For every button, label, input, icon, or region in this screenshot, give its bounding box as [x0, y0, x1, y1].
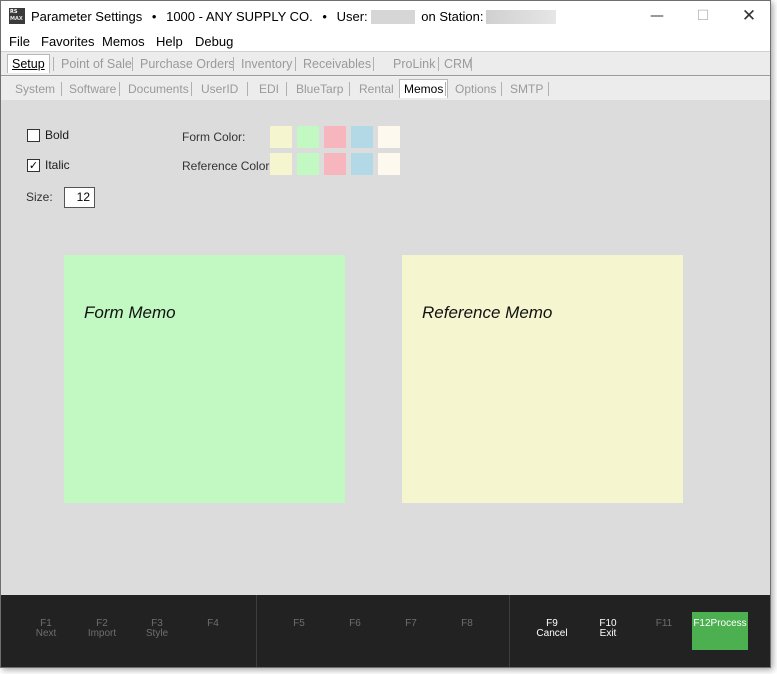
menu-favorites[interactable]: Favorites [41, 34, 94, 49]
italic-label: Italic [45, 158, 70, 172]
form-color-swatch-2[interactable] [297, 126, 319, 148]
tab-prolink[interactable]: ProLink [393, 57, 435, 71]
f11-button[interactable]: F11 [636, 619, 692, 629]
menu-bar: File Favorites Memos Help Debug [1, 31, 770, 52]
bold-label: Bold [45, 128, 70, 142]
f9-cancel-button[interactable]: F9 Cancel [524, 619, 580, 639]
f2-import-button[interactable]: F2 Import [74, 619, 130, 639]
menu-memos[interactable]: Memos [102, 34, 145, 49]
form-color-swatch-5[interactable] [378, 126, 400, 148]
menu-help[interactable]: Help [156, 34, 183, 49]
tab-separator [438, 57, 439, 71]
minimize-button[interactable]: — [634, 1, 680, 31]
tab-smtp[interactable]: SMTP [510, 82, 543, 96]
fkey-divider [256, 595, 257, 667]
size-label: Size: [26, 190, 53, 204]
tab-options[interactable]: Options [455, 82, 496, 96]
tab-purchase-orders[interactable]: Purchase Orders [140, 57, 234, 71]
reference-color-swatch-4[interactable] [351, 153, 373, 175]
reference-color-label: Reference Color: [182, 159, 273, 173]
tab-separator [119, 82, 120, 96]
f10-exit-button[interactable]: F10 Exit [580, 619, 636, 639]
app-logo-icon: RS MAX [9, 8, 25, 24]
window-name: Parameter Settings [31, 9, 143, 24]
tab-separator [349, 82, 350, 96]
tab-point-of-sale[interactable]: Point of Sale [61, 57, 132, 71]
tab-edi[interactable]: EDI [259, 82, 279, 96]
menu-debug[interactable]: Debug [195, 34, 233, 49]
f7-button[interactable]: F7 [383, 619, 439, 629]
tab-userid[interactable]: UserID [201, 82, 238, 96]
reference-memo-label: Reference Memo [422, 303, 553, 322]
reference-color-swatch-3[interactable] [324, 153, 346, 175]
f4-button[interactable]: F4 [185, 619, 241, 629]
tab-bluetarp[interactable]: BlueTarp [296, 82, 343, 96]
f8-button[interactable]: F8 [439, 619, 495, 629]
memos-settings-panel: Bold ✓ Italic Size: 12 Form Color: Refer… [1, 100, 770, 595]
form-memo-label: Form Memo [84, 303, 176, 322]
tab-separator [247, 82, 248, 96]
maximize-button[interactable]: ☐ [680, 1, 726, 31]
tab-separator [501, 82, 502, 96]
secondary-tab-bar: System Software Documents UserID EDI Blu… [1, 77, 770, 100]
italic-checkbox[interactable]: ✓ [27, 159, 40, 172]
function-key-bar: F1 Next F2 Import F3 Style F4 F5 F6 F7 F8 F… [1, 595, 770, 667]
form-color-swatch-1[interactable] [270, 126, 292, 148]
station-label: on Station: [421, 9, 484, 24]
user-redacted [370, 9, 415, 24]
close-button[interactable]: ✕ [726, 1, 770, 31]
tab-separator [191, 82, 192, 96]
f12-process-button[interactable]: F12Process [692, 612, 748, 650]
menu-file[interactable]: File [9, 34, 30, 49]
station-redacted [486, 9, 557, 24]
tab-separator [373, 57, 374, 71]
tab-setup[interactable]: Setup [7, 54, 50, 73]
f5-button[interactable]: F5 [271, 619, 327, 629]
tab-separator [286, 82, 287, 96]
tab-system[interactable]: System [15, 82, 55, 96]
f3-style-button[interactable]: F3 Style [129, 619, 185, 639]
parameter-settings-window: RS MAX Parameter Settings • 1000 - ANY S… [0, 0, 771, 668]
tab-separator [548, 82, 549, 96]
tab-receivables[interactable]: Receivables [303, 57, 371, 71]
reference-color-swatch-2[interactable] [297, 153, 319, 175]
company-name: 1000 - ANY SUPPLY CO. [166, 9, 313, 24]
tab-separator [295, 57, 296, 71]
form-color-swatch-4[interactable] [351, 126, 373, 148]
tab-separator [53, 57, 54, 71]
tab-crm[interactable]: CRM [444, 57, 472, 71]
tab-software[interactable]: Software [69, 82, 116, 96]
title-bar: RS MAX Parameter Settings • 1000 - ANY S… [1, 1, 770, 31]
tab-separator [233, 57, 234, 71]
window-title: Parameter Settings • 1000 - ANY SUPPLY C… [31, 9, 559, 24]
fkey-divider [509, 595, 510, 667]
f6-button[interactable]: F6 [327, 619, 383, 629]
tab-separator [471, 57, 472, 71]
reference-color-swatch-5[interactable] [378, 153, 400, 175]
form-color-label: Form Color: [182, 130, 246, 144]
tab-rental[interactable]: Rental [359, 82, 394, 96]
tab-separator [61, 82, 62, 96]
bold-checkbox[interactable] [27, 129, 40, 142]
form-color-swatch-3[interactable] [324, 126, 346, 148]
reference-color-swatch-1[interactable] [270, 153, 292, 175]
primary-tab-bar: Setup Point of Sale Purchase Orders Inve… [1, 52, 770, 76]
tab-separator [132, 57, 133, 71]
user-label: User: [336, 9, 368, 24]
tab-documents[interactable]: Documents [128, 82, 189, 96]
tab-memos[interactable]: Memos [399, 79, 449, 98]
f1-next-button[interactable]: F1 Next [18, 619, 74, 639]
reference-memo-preview: Reference Memo [402, 255, 683, 503]
tab-inventory[interactable]: Inventory [241, 57, 292, 71]
tab-separator [445, 82, 446, 96]
font-size-input[interactable]: 12 [64, 187, 95, 208]
form-memo-preview: Form Memo [64, 255, 345, 503]
